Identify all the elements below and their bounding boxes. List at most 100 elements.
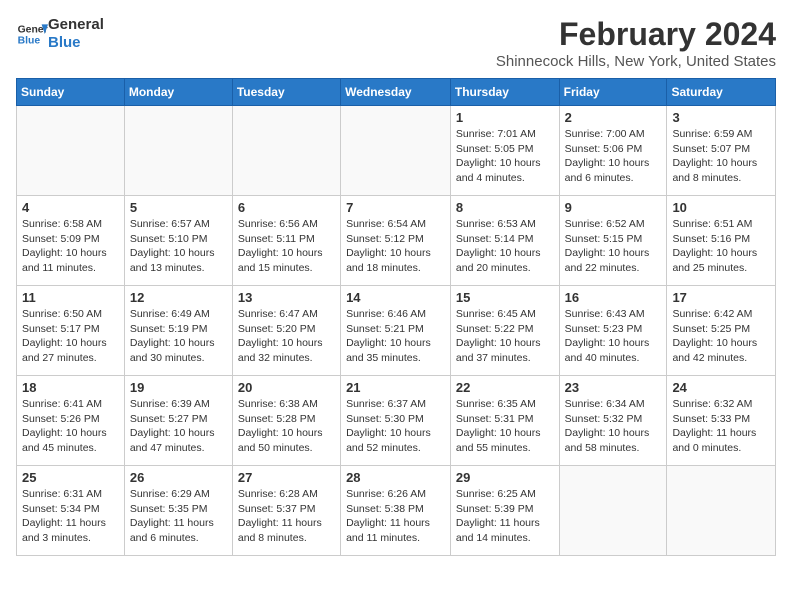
calendar-cell: 1Sunrise: 7:01 AM Sunset: 5:05 PM Daylig…: [450, 106, 559, 196]
day-number: 4: [22, 200, 119, 215]
day-info: Sunrise: 6:49 AM Sunset: 5:19 PM Dayligh…: [130, 307, 227, 366]
calendar-cell: 16 Sunrise: 6:43 AM Sunset: 5:23 PM Dayli…: [559, 286, 667, 376]
day-info: Sunrise: 6:29 AM Sunset: 5:35 PM Dayligh…: [130, 487, 227, 546]
day-info: Sunrise: 7:01 AM Sunset: 5:05 PM Dayligh…: [456, 127, 554, 186]
calendar-cell: 6 Sunrise: 6:56 AM Sunset: 5:11 PM Daylig…: [232, 196, 340, 286]
day-number: 28: [346, 470, 445, 485]
day-number: 13: [238, 290, 335, 305]
calendar-cell: 12 Sunrise: 6:49 AM Sunset: 5:19 PM Dayli…: [124, 286, 232, 376]
calendar-header-thursday: Thursday: [450, 79, 559, 106]
calendar-cell: 19Sunrise: 6:39 AM Sunset: 5:27 PM Dayli…: [124, 376, 232, 466]
calendar-cell: [17, 106, 125, 196]
calendar-week-1: 1Sunrise: 7:01 AM Sunset: 5:05 PM Daylig…: [17, 106, 776, 196]
day-info: Sunrise: 6:35 AM Sunset: 5:31 PM Dayligh…: [456, 397, 554, 456]
day-number: 23: [565, 380, 662, 395]
calendar-header-wednesday: Wednesday: [341, 79, 451, 106]
calendar-cell: 5Sunrise: 6:57 AM Sunset: 5:10 PM Daylig…: [124, 196, 232, 286]
calendar-cell: 25 Sunrise: 6:31 AM Sunset: 5:34 PM Dayli…: [17, 466, 125, 556]
day-info: Sunrise: 6:51 AM Sunset: 5:16 PM Dayligh…: [672, 217, 770, 276]
logo-icon: General Blue: [16, 18, 48, 50]
day-number: 9: [565, 200, 662, 215]
calendar-cell: 18Sunrise: 6:41 AM Sunset: 5:26 PM Dayli…: [17, 376, 125, 466]
day-info: Sunrise: 6:34 AM Sunset: 5:32 PM Dayligh…: [565, 397, 662, 456]
calendar-cell: 11 Sunrise: 6:50 AM Sunset: 5:17 PM Dayli…: [17, 286, 125, 376]
day-info: Sunrise: 6:39 AM Sunset: 5:27 PM Dayligh…: [130, 397, 227, 456]
day-info: Sunrise: 6:59 AM Sunset: 5:07 PM Dayligh…: [672, 127, 770, 186]
calendar-cell: [341, 106, 451, 196]
logo: General Blue General Blue: [16, 16, 104, 52]
calendar-cell: 15 Sunrise: 6:45 AM Sunset: 5:22 PM Dayli…: [450, 286, 559, 376]
day-info: Sunrise: 7:00 AM Sunset: 5:06 PM Dayligh…: [565, 127, 662, 186]
day-number: 16: [565, 290, 662, 305]
day-number: 14: [346, 290, 445, 305]
day-number: 25: [22, 470, 119, 485]
day-number: 11: [22, 290, 119, 305]
calendar-header-monday: Monday: [124, 79, 232, 106]
day-number: 15: [456, 290, 554, 305]
calendar-cell: 14 Sunrise: 6:46 AM Sunset: 5:21 PM Dayli…: [341, 286, 451, 376]
calendar-header-row: SundayMondayTuesdayWednesdayThursdayFrid…: [17, 79, 776, 106]
logo-text-line1: General: [48, 16, 104, 34]
day-info: Sunrise: 6:52 AM Sunset: 5:15 PM Dayligh…: [565, 217, 662, 276]
calendar-cell: 27 Sunrise: 6:28 AM Sunset: 5:37 PM Dayli…: [232, 466, 340, 556]
day-info: Sunrise: 6:46 AM Sunset: 5:21 PM Dayligh…: [346, 307, 445, 366]
day-number: 8: [456, 200, 554, 215]
day-number: 29: [456, 470, 554, 485]
subtitle: Shinnecock Hills, New York, United State…: [496, 53, 776, 70]
day-number: 3: [672, 110, 770, 125]
day-info: Sunrise: 6:31 AM Sunset: 5:34 PM Dayligh…: [22, 487, 119, 546]
logo-text-line2: Blue: [48, 34, 104, 52]
day-info: Sunrise: 6:32 AM Sunset: 5:33 PM Dayligh…: [672, 397, 770, 456]
day-info: Sunrise: 6:45 AM Sunset: 5:22 PM Dayligh…: [456, 307, 554, 366]
page-header: General Blue General Blue February 2024 …: [16, 16, 776, 70]
calendar-week-3: 11 Sunrise: 6:50 AM Sunset: 5:17 PM Dayli…: [17, 286, 776, 376]
calendar-cell: 24 Sunrise: 6:32 AM Sunset: 5:33 PM Dayli…: [667, 376, 776, 466]
calendar-week-2: 4 Sunrise: 6:58 AM Sunset: 5:09 PM Daylig…: [17, 196, 776, 286]
day-info: Sunrise: 6:42 AM Sunset: 5:25 PM Dayligh…: [672, 307, 770, 366]
calendar-table: SundayMondayTuesdayWednesdayThursdayFrid…: [16, 78, 776, 556]
calendar-cell: 26 Sunrise: 6:29 AM Sunset: 5:35 PM Dayli…: [124, 466, 232, 556]
calendar-cell: 10Sunrise: 6:51 AM Sunset: 5:16 PM Dayli…: [667, 196, 776, 286]
calendar-cell: 22 Sunrise: 6:35 AM Sunset: 5:31 PM Dayli…: [450, 376, 559, 466]
day-info: Sunrise: 6:43 AM Sunset: 5:23 PM Dayligh…: [565, 307, 662, 366]
calendar-cell: 29Sunrise: 6:25 AM Sunset: 5:39 PM Dayli…: [450, 466, 559, 556]
day-info: Sunrise: 6:26 AM Sunset: 5:38 PM Dayligh…: [346, 487, 445, 546]
day-number: 26: [130, 470, 227, 485]
calendar-cell: [232, 106, 340, 196]
day-number: 5: [130, 200, 227, 215]
svg-text:Blue: Blue: [18, 36, 41, 47]
day-number: 20: [238, 380, 335, 395]
calendar-cell: 8 Sunrise: 6:53 AM Sunset: 5:14 PM Daylig…: [450, 196, 559, 286]
calendar-cell: 2 Sunrise: 7:00 AM Sunset: 5:06 PM Daylig…: [559, 106, 667, 196]
day-number: 22: [456, 380, 554, 395]
calendar-cell: 21Sunrise: 6:37 AM Sunset: 5:30 PM Dayli…: [341, 376, 451, 466]
calendar-cell: 20 Sunrise: 6:38 AM Sunset: 5:28 PM Dayli…: [232, 376, 340, 466]
day-number: 27: [238, 470, 335, 485]
calendar-header-sunday: Sunday: [17, 79, 125, 106]
day-info: Sunrise: 6:38 AM Sunset: 5:28 PM Dayligh…: [238, 397, 335, 456]
day-number: 24: [672, 380, 770, 395]
calendar-cell: 9 Sunrise: 6:52 AM Sunset: 5:15 PM Daylig…: [559, 196, 667, 286]
day-number: 21: [346, 380, 445, 395]
calendar-header-tuesday: Tuesday: [232, 79, 340, 106]
calendar-header-saturday: Saturday: [667, 79, 776, 106]
day-number: 17: [672, 290, 770, 305]
day-info: Sunrise: 6:53 AM Sunset: 5:14 PM Dayligh…: [456, 217, 554, 276]
day-info: Sunrise: 6:50 AM Sunset: 5:17 PM Dayligh…: [22, 307, 119, 366]
day-number: 6: [238, 200, 335, 215]
day-info: Sunrise: 6:56 AM Sunset: 5:11 PM Dayligh…: [238, 217, 335, 276]
day-info: Sunrise: 6:58 AM Sunset: 5:09 PM Dayligh…: [22, 217, 119, 276]
day-number: 18: [22, 380, 119, 395]
day-number: 12: [130, 290, 227, 305]
day-number: 2: [565, 110, 662, 125]
calendar-cell: 28 Sunrise: 6:26 AM Sunset: 5:38 PM Dayli…: [341, 466, 451, 556]
calendar-cell: [559, 466, 667, 556]
calendar-week-5: 25 Sunrise: 6:31 AM Sunset: 5:34 PM Dayli…: [17, 466, 776, 556]
day-info: Sunrise: 6:28 AM Sunset: 5:37 PM Dayligh…: [238, 487, 335, 546]
calendar-cell: 17 Sunrise: 6:42 AM Sunset: 5:25 PM Dayli…: [667, 286, 776, 376]
title-block: February 2024 Shinnecock Hills, New York…: [496, 16, 776, 70]
calendar-cell: 4 Sunrise: 6:58 AM Sunset: 5:09 PM Daylig…: [17, 196, 125, 286]
calendar-cell: [124, 106, 232, 196]
main-title: February 2024: [496, 16, 776, 53]
calendar-cell: 3 Sunrise: 6:59 AM Sunset: 5:07 PM Daylig…: [667, 106, 776, 196]
